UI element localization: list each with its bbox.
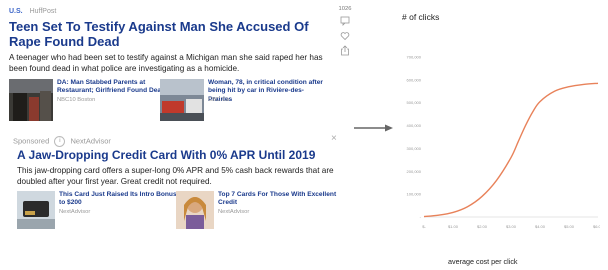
article-summary: A teenager who had been set to testify a… [9, 53, 323, 73]
ad-related-1-thumbnail [17, 191, 55, 229]
arrow-right-icon [354, 124, 393, 132]
comment-button[interactable] [338, 16, 352, 26]
related-story-2-thumbnail [160, 79, 204, 121]
sponsored-label: Sponsored [13, 136, 50, 146]
close-ad-button[interactable]: × [331, 133, 337, 144]
sponsored-bar: Sponsored i NextAdvisor [13, 136, 111, 147]
article-category: U.S. HuffPost [9, 8, 56, 15]
series-line-0 [423, 82, 599, 218]
article-headline[interactable]: Teen Set To Testify Against Man She Accu… [9, 19, 329, 49]
source-label: HuffPost [29, 8, 57, 15]
related-story-1-thumbnail [9, 79, 53, 121]
share-count: 1026 [338, 6, 352, 12]
chart-ylabel: # of clicks [402, 12, 440, 22]
ad-related-2-title[interactable]: Top 7 Cards For Those With Excellent Cre… [218, 191, 338, 208]
related-story-1-title[interactable]: DA: Man Stabbed Parents at Restaurant; G… [57, 79, 177, 96]
advertiser-label[interactable]: NextAdvisor [70, 136, 110, 145]
ad-related-2[interactable]: Top 7 Cards For Those With Excellent Cre… [176, 191, 346, 231]
like-button[interactable] [338, 31, 352, 41]
chart-xlabel: average cost per click [448, 257, 518, 266]
y-tick-label: 300,000 [407, 146, 422, 151]
y-tick-label: 600,000 [407, 77, 422, 82]
share-button[interactable] [338, 45, 352, 56]
ad-related-2-thumbnail [176, 191, 214, 229]
clicks-chart: - 100,000 200,000 300,000 400,000 500,000 600,… [407, 55, 600, 230]
y-tick-label: 400,000 [407, 123, 422, 128]
x-tick-label: $4.00 [535, 224, 546, 229]
heart-icon [340, 32, 350, 41]
x-tick-label: $5.00 [564, 224, 575, 229]
ad-related-1-title[interactable]: This Card Just Raised Its Intro Bonus to… [59, 191, 179, 208]
x-tick-label: $3.00 [506, 224, 517, 229]
comment-icon [340, 16, 350, 26]
info-icon[interactable]: i [54, 136, 66, 147]
y-tick-label: 500,000 [407, 100, 422, 105]
y-tick-label: 100,000 [407, 192, 422, 197]
related-story-1-source: NBC10 Boston [57, 97, 96, 103]
ad-related-2-source: NextAdvisor [218, 209, 250, 215]
y-tick-label: - [420, 215, 422, 220]
ad-related-1-source: NextAdvisor [59, 209, 91, 215]
x-tick-label: $1.00 [448, 224, 459, 229]
y-tick-label: 700,000 [407, 55, 422, 60]
related-story-2-source: CBC.Ca [208, 97, 230, 103]
x-tick-label: $- [422, 224, 426, 229]
x-tick-label: $2.00 [477, 224, 488, 229]
related-story-2[interactable]: Woman, 78, in critical condition after b… [160, 79, 330, 121]
ad-headline[interactable]: A Jaw-Dropping Credit Card With 0% APR U… [17, 148, 315, 162]
x-tick-label: $6.00 [593, 224, 600, 229]
ad-related-1[interactable]: This Card Just Raised Its Intro Bonus to… [17, 191, 187, 231]
category-label[interactable]: U.S. [9, 8, 23, 15]
ad-summary: This jaw-dropping card offers a super-lo… [17, 166, 334, 186]
share-icon [341, 45, 349, 56]
related-story-1[interactable]: DA: Man Stabbed Parents at Restaurant; G… [9, 79, 179, 121]
y-tick-label: 200,000 [407, 169, 422, 174]
